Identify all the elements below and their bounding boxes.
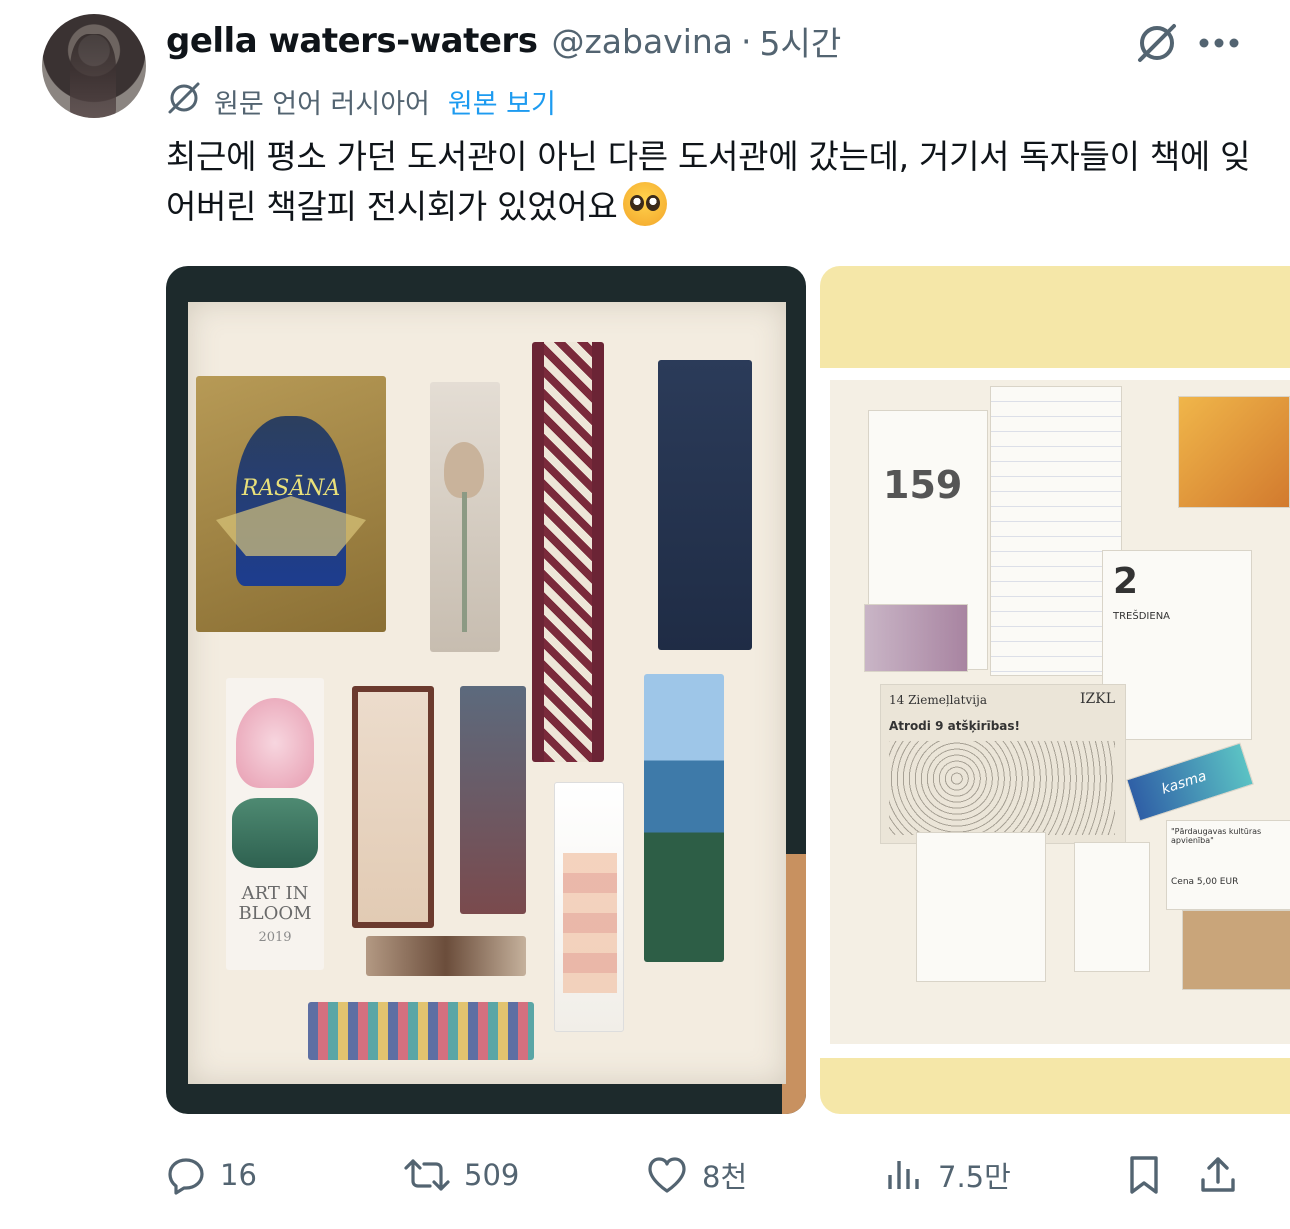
kraft-envelope	[1182, 910, 1290, 990]
books-bookmark	[308, 1002, 534, 1060]
ticket-price: Cena 5,00 EUR	[1171, 877, 1239, 887]
like-count: 8천	[702, 1160, 748, 1194]
photo-bookmarks-frame[interactable]: RASĀNA ART IN BLOOM 2019	[166, 266, 806, 1114]
board: 159 2 TREŠDIENA 14 Ziemeļlatvija IZKL At…	[820, 368, 1290, 1058]
receipt-list	[916, 832, 1046, 982]
media-gallery: RASĀNA ART IN BLOOM 2019 159 2 TREŠDIENA…	[166, 266, 1290, 1114]
pleading-face-emoji	[623, 182, 668, 226]
reply-button[interactable]: 16	[166, 1145, 257, 1205]
frame-mat: RASĀNA ART IN BLOOM 2019	[188, 302, 786, 1084]
user-handle[interactable]: @zabavina	[551, 22, 733, 61]
portrait-bookmark: RASĀNA	[196, 376, 386, 632]
rasana-title: RASĀNA	[241, 476, 341, 501]
mountain-bookmark	[644, 674, 724, 962]
grok-icon[interactable]	[1132, 18, 1182, 68]
views-count: 7.5만	[938, 1160, 1011, 1194]
euro-note	[864, 604, 968, 672]
display-name[interactable]: gella waters-waters	[166, 21, 538, 61]
repost-icon	[404, 1155, 450, 1195]
tweet-header: gella waters-waters @zabavina · 5시간	[166, 16, 841, 66]
day-number: 2	[1113, 561, 1139, 602]
tweet-body: 최근에 평소 가던 도서관이 아닌 다른 도서관에 갔는데, 거기서 독자들이 …	[166, 137, 1251, 226]
woven-bookmark	[532, 342, 604, 762]
newspaper-head: 14 Ziemeļlatvija	[889, 693, 987, 707]
bookmark-button[interactable]	[1124, 1145, 1164, 1205]
action-bar: 16 509 8천 7.5만	[0, 1145, 1290, 1205]
book-card	[1178, 396, 1290, 508]
newspaper-izkl: IZKL	[1079, 691, 1115, 707]
girl-bookmark	[460, 686, 526, 914]
show-original-link[interactable]: 원본 보기	[448, 82, 556, 121]
tulip-bookmark	[430, 382, 500, 652]
like-button[interactable]: 8천	[646, 1145, 747, 1205]
more-icon[interactable]	[1194, 18, 1244, 68]
repost-button[interactable]: 509	[404, 1145, 519, 1205]
reply-icon	[166, 1155, 206, 1195]
separator: ·	[741, 21, 752, 61]
share-button[interactable]	[1198, 1145, 1238, 1205]
repost-count: 509	[464, 1158, 520, 1192]
candy-label: kasma	[1159, 768, 1209, 798]
lotus-bookmark: ART IN BLOOM 2019	[226, 678, 324, 970]
tweet-text: 최근에 평소 가던 도서관이 아닌 다른 도서관에 갔는데, 거기서 독자들이 …	[166, 132, 1266, 232]
timestamp[interactable]: 5시간	[760, 17, 842, 65]
share-icon	[1198, 1154, 1238, 1196]
newspaper-title: Atrodi 9 atšķirības!	[889, 719, 1020, 733]
photo-bulletin-board[interactable]: 159 2 TREŠDIENA 14 Ziemeļlatvija IZKL At…	[820, 266, 1290, 1114]
views-icon	[884, 1155, 924, 1195]
candy-wrapper: kasma	[1126, 742, 1254, 822]
source-language: 원문 언어 러시아어	[214, 88, 430, 120]
art-in-bloom-year: 2019	[258, 930, 292, 945]
bookmark-icon	[1124, 1154, 1164, 1196]
views-button[interactable]: 7.5만	[884, 1145, 1011, 1205]
price-tag	[1074, 842, 1150, 972]
denim-bookmark	[658, 360, 752, 650]
feather-bookmark	[366, 936, 526, 976]
calendar-number: 159	[883, 463, 963, 507]
translation-row: 원문 언어 러시아어 원본 보기	[166, 80, 556, 122]
ticket-title: "Pārdaugavas kultūras apvienība"	[1171, 827, 1262, 845]
translate-icon	[166, 80, 202, 123]
moths-bookmark	[352, 686, 434, 928]
avatar[interactable]	[42, 14, 146, 118]
castle-bookmark	[554, 782, 624, 1032]
newspaper-clipping: 14 Ziemeļlatvija IZKL Atrodi 9 atšķirība…	[880, 684, 1126, 844]
ticket: "Pārdaugavas kultūras apvienība" Cena 5,…	[1166, 820, 1290, 910]
day-name: TREŠDIENA	[1113, 611, 1171, 622]
like-icon	[646, 1155, 688, 1195]
reply-count: 16	[220, 1158, 257, 1192]
art-in-bloom-text: ART IN BLOOM	[238, 883, 312, 924]
